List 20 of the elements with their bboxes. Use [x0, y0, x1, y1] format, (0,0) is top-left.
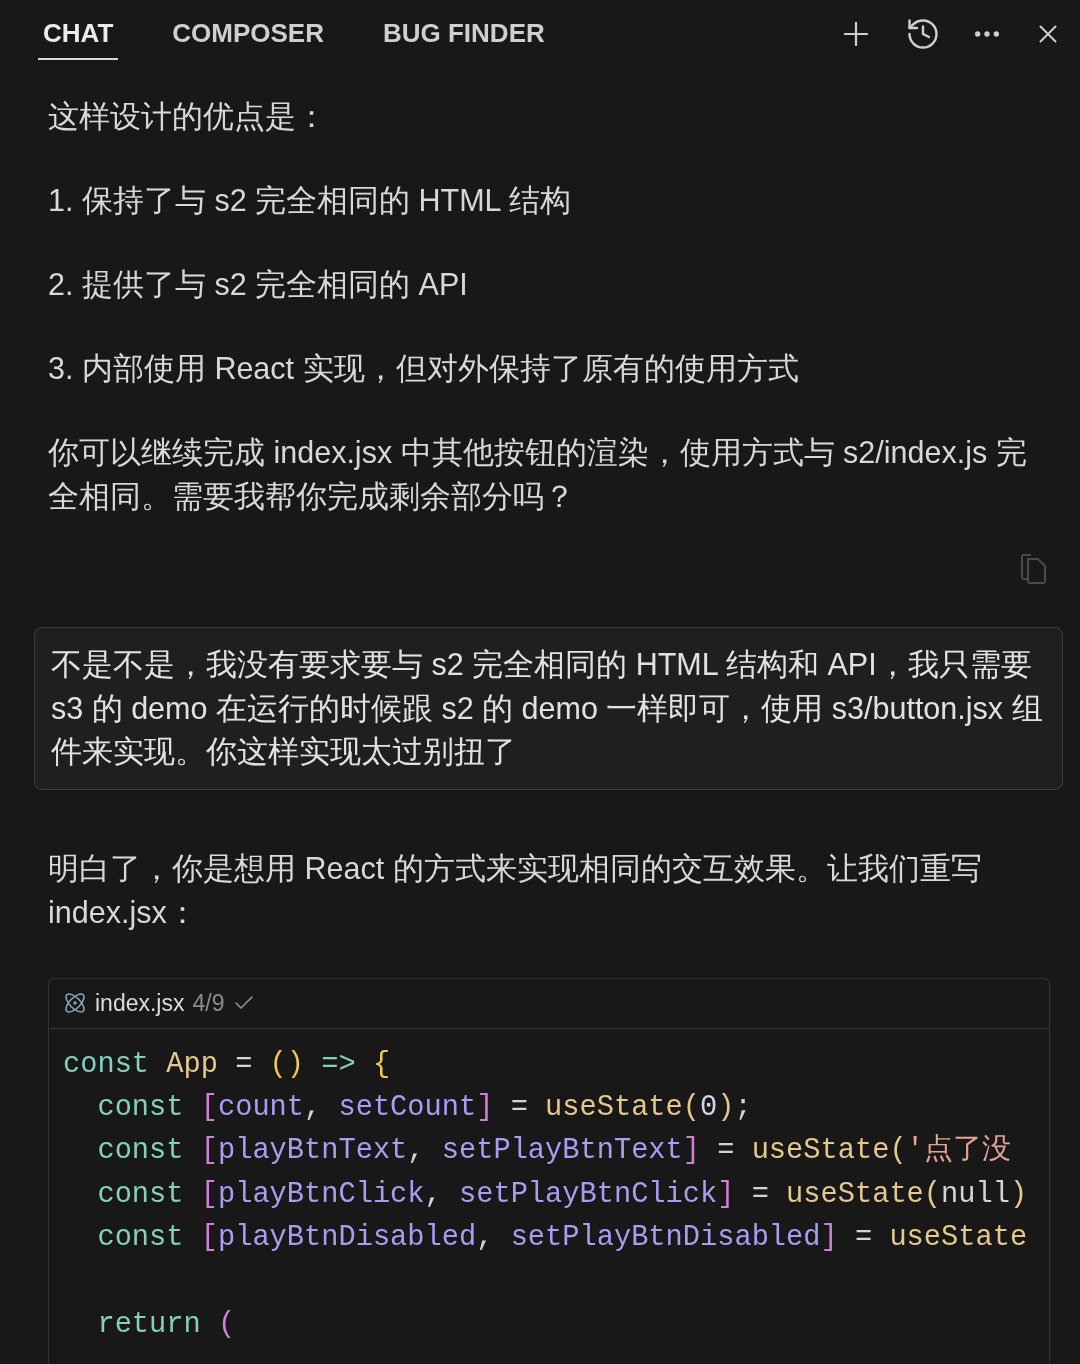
tab[interactable]: COMPOSER [167, 0, 329, 60]
message-text: 你可以继续完成 index.jsx 中其他按钮的渲染，使用方式与 s2/index.js 完全相同。需要我帮你完成剩余部分吗？ [48, 434, 1028, 515]
tab[interactable]: CHAT [38, 0, 119, 60]
code-line: const [playBtnClick, setPlayBtnClick] = useState(null) [96, 1176, 1028, 1213]
message-text: 1. 保持了与 s2 完全相同的 HTML 结构 [48, 182, 572, 219]
code-line: const [playBtnText, setPlayBtnText] = useState('点了没 [96, 1133, 1011, 1170]
message-text: 明白了，你是想用 React 的方式来实现相同的交互效果。让我们重写 index.jsx： [48, 849, 983, 932]
version-counter: 4/9 [192, 989, 225, 1017]
message-text: 不是不是，我没有要求要与 s2 完全相同的 HTML 结构和 API，我只需要 s3 的 demo 在运行的时候跟 s2 的 demo 一样即可，使用 s3/button.jsx 组件来实现。你这样实现太过别扭了 [51, 646, 1044, 770]
code-line: const [count, setCount] = useState(0); [96, 1089, 752, 1126]
message-text: 这样设计的优点是： [48, 98, 328, 135]
code-line: const [playBtnDisabled, setPlayBtnDisabled] = useState [96, 1220, 1028, 1257]
code-line: return ( [96, 1306, 236, 1343]
history-icon[interactable] [905, 16, 941, 52]
atom-icon [63, 991, 87, 1015]
message-text: 2. 提供了与 s2 完全相同的 API [48, 266, 469, 303]
message-text: 3. 内部使用 React 实现，但对外保持了原有的使用方式 [48, 350, 800, 387]
tab[interactable]: BUG FINDER [377, 0, 550, 60]
code-line: const App = () => { [63, 1046, 391, 1083]
file-name: index.jsx [95, 989, 185, 1017]
